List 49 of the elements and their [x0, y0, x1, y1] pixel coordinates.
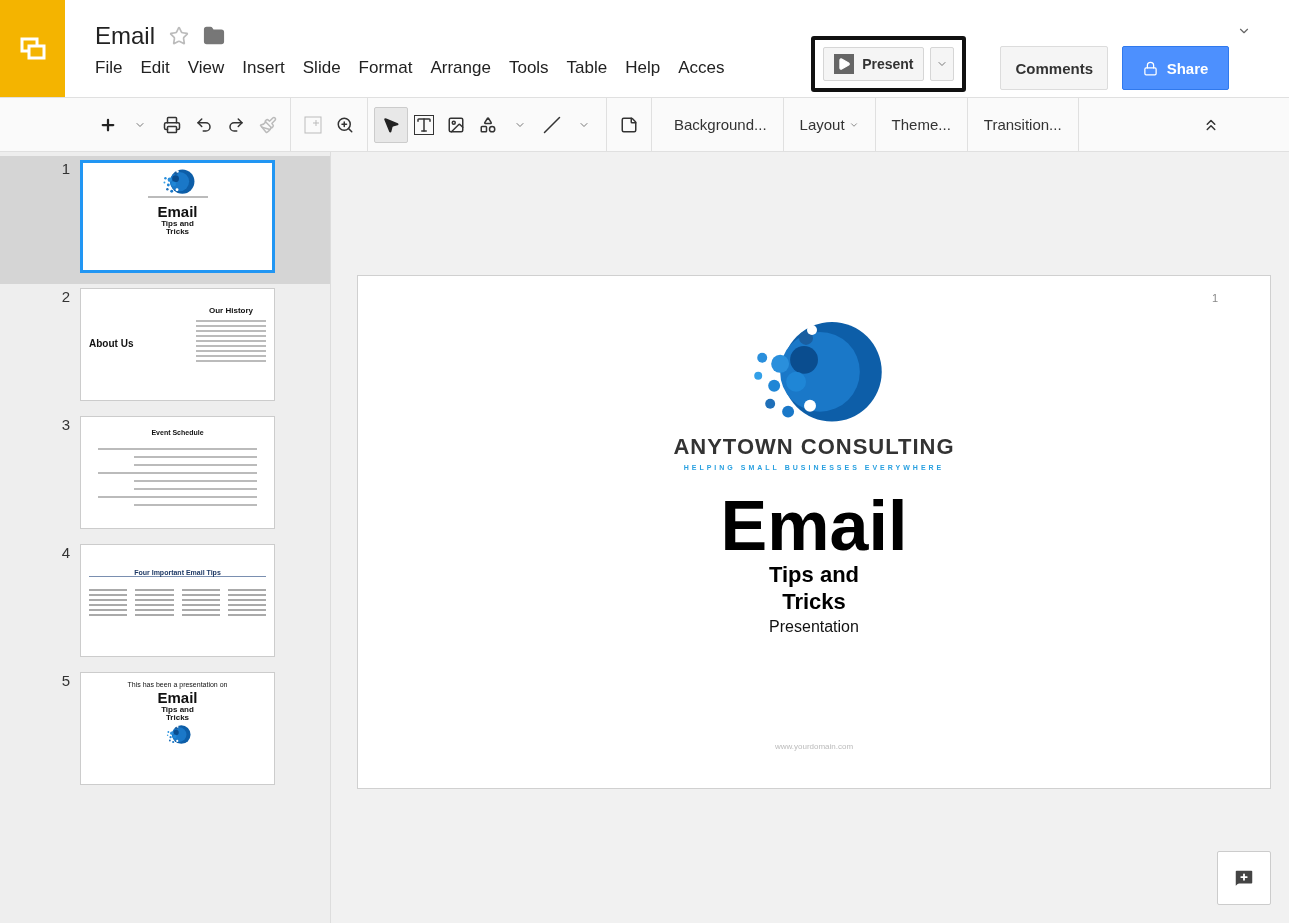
- menu-item[interactable]: Insert: [233, 58, 294, 78]
- menu-item[interactable]: File: [95, 58, 132, 78]
- add-comment-button[interactable]: [1217, 851, 1271, 905]
- slide-number: 1: [60, 160, 71, 178]
- select-icon[interactable]: [374, 106, 408, 143]
- slide-number: 5: [60, 672, 71, 690]
- slide-caption: Presentation: [769, 617, 859, 636]
- thumbnail-heading: Our History: [208, 307, 254, 316]
- page-number: 1: [1211, 292, 1218, 304]
- toolbar-button[interactable]: Layout: [783, 98, 876, 151]
- toolbar-button[interactable]: Theme...: [875, 98, 968, 151]
- slide-thumbnail[interactable]: About Us Our History: [80, 288, 275, 401]
- star-icon[interactable]: [169, 26, 189, 46]
- company-logo-icon: [160, 169, 195, 195]
- menu-item[interactable]: Acces: [669, 58, 734, 78]
- slide-number: 4: [60, 544, 71, 562]
- thumbnail-subtitle: Tips and Tricks: [160, 706, 195, 723]
- document-title[interactable]: Email: [95, 22, 155, 50]
- company-name: ANYTOWN CONSULTING: [673, 433, 955, 460]
- menu-item[interactable]: Help: [616, 58, 670, 78]
- lock-icon: [1142, 60, 1158, 76]
- thumbnail-title: Email: [157, 204, 198, 220]
- comments-button[interactable]: Comments: [1000, 46, 1108, 90]
- slide-number: 3: [60, 416, 71, 434]
- slide-title: Email: [720, 490, 908, 561]
- thumbnail-title: About Us: [89, 339, 134, 350]
- menu-item[interactable]: Arrange: [421, 58, 500, 78]
- slide-row[interactable]: 1 Email Tips and Tricks: [0, 156, 330, 284]
- folder-icon[interactable]: [203, 25, 225, 47]
- present-button[interactable]: Present: [823, 47, 925, 81]
- toolbar-button[interactable]: Background...: [658, 98, 784, 151]
- company-logo-icon: [164, 724, 191, 745]
- menu-item[interactable]: View: [178, 58, 234, 78]
- thumbnail-subtitle: Tips and Tricks: [160, 219, 195, 237]
- menu-item[interactable]: Edit: [131, 58, 179, 78]
- slide-subtitle: Tricks: [782, 588, 846, 616]
- slide-subtitle: Tips and: [768, 560, 860, 589]
- slide-row[interactable]: 2 About Us Our History: [0, 284, 330, 412]
- menu-item[interactable]: Slide: [293, 58, 350, 78]
- toolbar-button[interactable]: Transition...: [967, 98, 1079, 151]
- slide-footer: www.yourdomain.com: [774, 741, 854, 751]
- menu-item[interactable]: Table: [557, 58, 617, 78]
- slide-number: 2: [60, 288, 71, 306]
- slide-thumbnail[interactable]: Email Tips and Tricks: [80, 160, 275, 273]
- menu-item[interactable]: Format: [349, 58, 422, 78]
- menu-item[interactable]: Tools: [499, 58, 558, 78]
- add-comment-icon: [1233, 867, 1255, 889]
- thumbnail-title: Email: [157, 690, 198, 707]
- play-icon: [834, 54, 855, 74]
